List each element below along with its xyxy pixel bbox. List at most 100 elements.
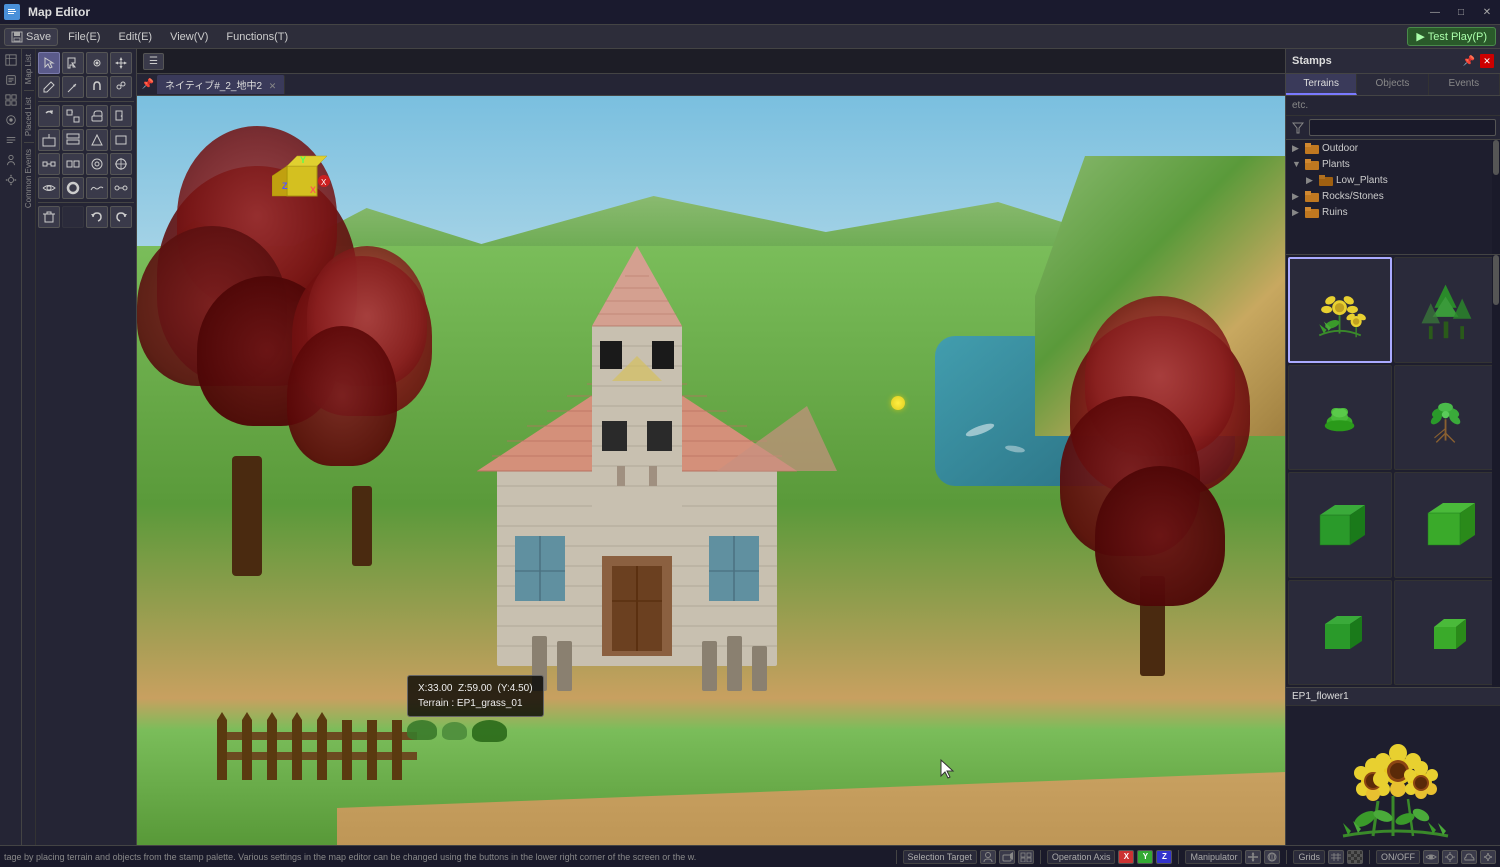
toolbar-icon-4[interactable] <box>2 111 20 129</box>
map-list-tab[interactable]: Map List <box>23 51 34 87</box>
axis-x-indicator[interactable]: X <box>1118 850 1134 864</box>
layers-tool[interactable] <box>62 129 84 151</box>
camera-tool[interactable] <box>86 52 108 74</box>
viewport-menu-toggle[interactable]: ☰ <box>143 53 164 70</box>
status-icon-world[interactable] <box>1264 850 1280 864</box>
tab-events[interactable]: Events <box>1429 74 1500 95</box>
status-extra-1[interactable] <box>1423 850 1439 864</box>
link-tool[interactable] <box>86 105 108 127</box>
tab-terrains[interactable]: Terrains <box>1286 74 1357 95</box>
status-icon-manipulate[interactable] <box>1245 850 1261 864</box>
stamp-cell-low-grass[interactable] <box>1288 365 1392 471</box>
stamp-cell-bush-root[interactable] <box>1394 365 1498 471</box>
viewport-pin-button[interactable]: 📌 <box>141 78 155 92</box>
resize-top-tool[interactable] <box>38 129 60 151</box>
stamps-search-input[interactable] <box>1309 119 1496 136</box>
common-events-tab[interactable]: Common Events <box>23 146 34 211</box>
adjust-tool[interactable] <box>110 76 132 98</box>
save-button[interactable]: Save <box>4 28 58 46</box>
select-rect-tool[interactable] <box>62 52 84 74</box>
stamps-search-bar <box>1286 116 1500 140</box>
maximize-button[interactable]: □ <box>1452 3 1470 21</box>
toolbar-icon-2[interactable] <box>2 71 20 89</box>
close-button[interactable]: ✕ <box>1478 3 1496 21</box>
move-tool[interactable] <box>110 52 132 74</box>
operation-axis-button[interactable]: Operation Axis <box>1047 850 1116 864</box>
viewport[interactable]: ☰ 📌 ネイティブ#_2_地中2 ✕ <box>137 49 1285 845</box>
status-icon-2[interactable] <box>999 850 1015 864</box>
grid-scrollbar-thumb[interactable] <box>1493 255 1499 305</box>
stamps-pin-button[interactable]: 📌 <box>1462 54 1476 68</box>
rect-tool[interactable] <box>110 129 132 151</box>
stamp-cell-cube-2[interactable] <box>1394 472 1498 578</box>
tree-item-ruins[interactable]: ▶ Ruins <box>1286 204 1500 220</box>
toolbar-icon-1[interactable] <box>2 51 20 69</box>
status-extra-4[interactable] <box>1480 850 1496 864</box>
arrow-tool[interactable] <box>62 76 84 98</box>
test-play-button[interactable]: ▶ Test Play(P) <box>1407 27 1496 46</box>
tab-objects[interactable]: Objects <box>1357 74 1428 95</box>
split-tool[interactable] <box>62 153 84 175</box>
folder-icon-low <box>1319 174 1333 186</box>
connect-tool[interactable] <box>110 177 132 199</box>
stamp-icon-7 <box>1310 602 1370 662</box>
toolbar-icon-7[interactable] <box>2 171 20 189</box>
checkerboard-icon[interactable] <box>1347 850 1363 864</box>
folder-icon-rocks <box>1305 190 1319 202</box>
tree-item-low-plants[interactable]: ▶ Low_Plants <box>1286 172 1500 188</box>
door-tool[interactable] <box>110 105 132 127</box>
stamps-filter-icon[interactable] <box>1290 120 1306 136</box>
stamp-icon-2 <box>1416 280 1476 340</box>
file-menu[interactable]: File(E) <box>60 29 108 45</box>
status-icon-3[interactable] <box>1018 850 1034 864</box>
stamp-cell-cube-small-2[interactable] <box>1394 580 1498 686</box>
3d-scene[interactable]: X Z Y X X:33.00 Z:59.00 (Y:4.50) Terrain… <box>137 96 1285 845</box>
selection-target-button[interactable]: Selection Target <box>903 850 977 864</box>
undo-tool[interactable] <box>86 206 108 228</box>
stamp-cell-cube-1[interactable] <box>1288 472 1392 578</box>
pencil-tool[interactable] <box>38 76 60 98</box>
snap-tool[interactable] <box>62 105 84 127</box>
tree-item-plants[interactable]: ▼ Plants <box>1286 156 1500 172</box>
axis-z-indicator[interactable]: Z <box>1156 850 1172 864</box>
toolbar-icon-3[interactable] <box>2 91 20 109</box>
tree-item-rocks[interactable]: ▶ Rocks/Stones <box>1286 188 1500 204</box>
stamp-cell-flower-sprite[interactable] <box>1288 257 1392 363</box>
minimize-button[interactable]: — <box>1426 3 1444 21</box>
target-tool[interactable] <box>110 153 132 175</box>
select-tool[interactable] <box>38 52 60 74</box>
navigation-gizmo[interactable]: X Z Y X <box>272 151 332 211</box>
toolbar-icon-6[interactable] <box>2 151 20 169</box>
circle-select-tool[interactable] <box>86 153 108 175</box>
trash-tool[interactable] <box>38 206 60 228</box>
viewport-tab-main[interactable]: ネイティブ#_2_地中2 ✕ <box>157 75 285 94</box>
eye-tool[interactable] <box>38 177 60 199</box>
placed-list-tab[interactable]: Placed List <box>23 94 34 139</box>
tree-item-outdoor[interactable]: ▶ Outdoor <box>1286 140 1500 156</box>
triangle-tool[interactable] <box>86 129 108 151</box>
grids-button[interactable]: Grids <box>1293 850 1325 864</box>
stamp-cell-cube-small-1[interactable] <box>1288 580 1392 686</box>
axis-y-indicator[interactable]: Y <box>1137 850 1153 864</box>
manipulator-button[interactable]: Manipulator <box>1185 850 1242 864</box>
status-icon-1[interactable] <box>980 850 996 864</box>
view-menu[interactable]: View(V) <box>162 29 216 45</box>
stamp-icon-1 <box>1310 280 1370 340</box>
stamp-cell-tree-group[interactable] <box>1394 257 1498 363</box>
onoff-button[interactable]: ON/OFF <box>1376 850 1420 864</box>
status-extra-2[interactable] <box>1442 850 1458 864</box>
edit-menu[interactable]: Edit(E) <box>110 29 160 45</box>
grid-icon-indicator[interactable] <box>1328 850 1344 864</box>
rotate-tool[interactable] <box>38 105 60 127</box>
toolbar-icon-5[interactable] <box>2 131 20 149</box>
status-extra-3[interactable] <box>1461 850 1477 864</box>
tree-scrollbar-thumb[interactable] <box>1493 140 1499 175</box>
redo-tool[interactable] <box>110 206 132 228</box>
functions-menu[interactable]: Functions(T) <box>218 29 296 45</box>
magnet-tool[interactable] <box>86 76 108 98</box>
ring-tool[interactable] <box>62 177 84 199</box>
group-tool[interactable] <box>38 153 60 175</box>
wave-tool[interactable] <box>86 177 108 199</box>
svg-text:X: X <box>310 185 316 195</box>
stamps-close-button[interactable]: ✕ <box>1480 54 1494 68</box>
